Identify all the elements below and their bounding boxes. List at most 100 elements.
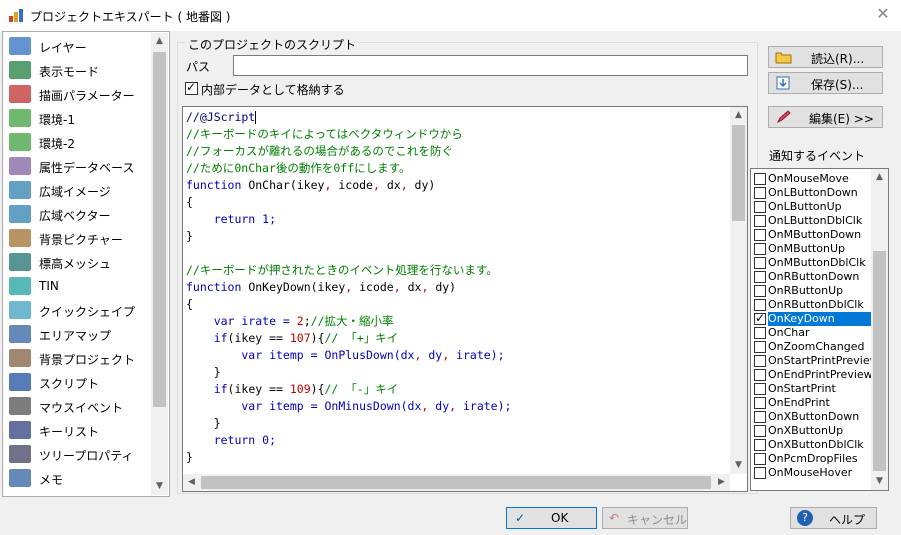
close-icon[interactable]: ✕ xyxy=(875,6,891,22)
event-checkbox[interactable] xyxy=(754,453,766,465)
sidebar-item[interactable]: 環境-2 xyxy=(5,130,153,154)
sidebar-item[interactable]: レイヤー xyxy=(5,34,153,58)
event-item[interactable]: OnLButtonUp xyxy=(752,200,871,214)
editor-v-scrollbar[interactable]: ▲ ▼ xyxy=(730,107,747,474)
scroll-down-icon[interactable]: ▼ xyxy=(151,478,168,495)
sidebar-scrollbar[interactable]: ▲ ▼ xyxy=(151,33,168,495)
sidebar-item[interactable]: 環境-1 xyxy=(5,106,153,130)
event-item[interactable]: OnEndPrint xyxy=(752,396,871,410)
event-item[interactable]: OnXButtonDblClk xyxy=(752,438,871,452)
event-item[interactable]: OnKeyDown xyxy=(752,312,871,326)
code-token: dy xyxy=(421,348,443,362)
cancel-button[interactable]: ↶ キャンセル xyxy=(602,507,688,529)
sidebar-item[interactable]: 属性データベース xyxy=(5,154,153,178)
help-button[interactable]: ? ヘルプ xyxy=(790,507,877,529)
scrollbar-thumb[interactable] xyxy=(201,476,711,489)
scroll-down-icon[interactable]: ▼ xyxy=(730,457,747,474)
code-line: //キーボードが押されたときのイベント処理を行ないます。 xyxy=(186,262,498,279)
event-item[interactable]: OnStartPrint xyxy=(752,382,871,396)
event-checkbox[interactable] xyxy=(754,341,766,353)
sidebar-item[interactable]: メモ xyxy=(5,466,153,490)
event-item[interactable]: OnChar xyxy=(752,326,871,340)
event-item[interactable]: OnRButtonDown xyxy=(752,270,871,284)
sidebar-item[interactable]: TIN xyxy=(5,274,153,298)
scrollbar-thumb[interactable] xyxy=(873,251,886,471)
sidebar-item[interactable]: 表示モード xyxy=(5,58,153,82)
event-checkbox[interactable] xyxy=(754,257,766,269)
event-item[interactable]: OnRButtonUp xyxy=(752,284,871,298)
cancel-label: キャンセル xyxy=(627,513,688,527)
event-item[interactable]: OnStartPrintPreview xyxy=(752,354,871,368)
event-item[interactable]: OnMButtonDown xyxy=(752,228,871,242)
event-checkbox[interactable] xyxy=(754,411,766,423)
attr-db-icon xyxy=(9,157,31,175)
event-item[interactable]: OnZoomChanged xyxy=(752,340,871,354)
event-checkbox[interactable] xyxy=(754,187,766,199)
event-item[interactable]: OnMouseHover xyxy=(752,466,871,480)
edit-button[interactable]: 編集(E) >> xyxy=(768,106,883,128)
events-scrollbar[interactable]: ▲ ▼ xyxy=(871,169,888,490)
event-checkbox[interactable] xyxy=(754,299,766,311)
sidebar-item[interactable]: 背景プロジェクト xyxy=(5,346,153,370)
event-checkbox[interactable] xyxy=(754,312,766,325)
event-checkbox[interactable] xyxy=(754,439,766,451)
event-checkbox[interactable] xyxy=(754,215,766,227)
event-checkbox[interactable] xyxy=(754,397,766,409)
sidebar-item[interactable]: クイックシェイプ xyxy=(5,298,153,322)
event-item[interactable]: OnXButtonUp xyxy=(752,424,871,438)
events-list: OnMouseMove OnLButtonDown OnLButtonUp OnLBu… xyxy=(750,168,889,491)
scrollbar-thumb[interactable] xyxy=(153,52,166,407)
sidebar-item[interactable]: 標高メッシュ xyxy=(5,250,153,274)
scroll-up-icon[interactable]: ▲ xyxy=(871,169,888,186)
editor-h-scrollbar[interactable]: ◀ ▶ xyxy=(183,474,730,491)
event-item[interactable]: OnPcmDropFiles xyxy=(752,452,871,466)
save-button[interactable]: 保存(S)... xyxy=(768,72,883,94)
code-token: var itemp = OnPlusDown(dx xyxy=(186,348,415,362)
code-token: (ikey == xyxy=(227,382,290,396)
events-label: 通知するイベント xyxy=(769,149,866,163)
event-item[interactable]: OnMouseMove xyxy=(752,172,871,186)
scroll-down-icon[interactable]: ▼ xyxy=(871,473,888,490)
sidebar-item[interactable]: スクリプト xyxy=(5,370,153,394)
sidebar-item[interactable]: 描画パラメーター xyxy=(5,82,153,106)
event-checkbox[interactable] xyxy=(754,201,766,213)
event-checkbox[interactable] xyxy=(754,327,766,339)
scroll-up-icon[interactable]: ▲ xyxy=(151,33,168,50)
sidebar-item[interactable]: 広域ベクター xyxy=(5,202,153,226)
event-checkbox[interactable] xyxy=(754,383,766,395)
event-checkbox[interactable] xyxy=(754,243,766,255)
scroll-left-icon[interactable]: ◀ xyxy=(183,474,200,491)
event-item[interactable]: OnMButtonDblClk xyxy=(752,256,871,270)
path-input[interactable] xyxy=(233,55,748,76)
event-item[interactable]: OnRButtonDblClk xyxy=(752,298,871,312)
load-button[interactable]: 読込(R)... xyxy=(768,46,883,68)
scrollbar-thumb[interactable] xyxy=(732,125,745,221)
scroll-right-icon[interactable]: ▶ xyxy=(713,474,730,491)
event-checkbox[interactable] xyxy=(754,425,766,437)
scroll-up-icon[interactable]: ▲ xyxy=(730,107,747,124)
script-editor[interactable]: //@JScript //キーボードのキイによってはベクタウィンドウから //フォー… xyxy=(182,106,748,492)
sidebar-item[interactable]: キーリスト xyxy=(5,418,153,442)
event-checkbox[interactable] xyxy=(754,173,766,185)
sidebar-item[interactable]: エリアマップ xyxy=(5,322,153,346)
ok-button[interactable]: ✓ OK xyxy=(506,507,597,529)
event-item[interactable]: OnEndPrintPreview xyxy=(752,368,871,382)
event-item[interactable]: OnLButtonDown xyxy=(752,186,871,200)
event-checkbox[interactable] xyxy=(754,355,766,367)
sidebar-item[interactable]: 広域イメージ xyxy=(5,178,153,202)
key-list-icon xyxy=(9,421,31,439)
sidebar-item[interactable]: ツリープロパティ xyxy=(5,442,153,466)
event-item[interactable]: OnMButtonUp xyxy=(752,242,871,256)
event-checkbox[interactable] xyxy=(754,285,766,297)
store-internal-checkbox[interactable] xyxy=(185,81,198,95)
sidebar: レイヤー 表示モード 描画パラメーター 環境-1 環境-2 属性データベース 広域イメージ広… xyxy=(2,31,170,497)
group-title: このプロジェクトのスクリプト xyxy=(186,36,359,53)
sidebar-item[interactable]: マウスイベント xyxy=(5,394,153,418)
event-item[interactable]: OnLButtonDblClk xyxy=(752,214,871,228)
sidebar-item[interactable]: 背景ピクチャー xyxy=(5,226,153,250)
event-checkbox[interactable] xyxy=(754,369,766,381)
event-checkbox[interactable] xyxy=(754,229,766,241)
event-checkbox[interactable] xyxy=(754,271,766,283)
event-item[interactable]: OnXButtonDown xyxy=(752,410,871,424)
event-checkbox[interactable] xyxy=(754,467,766,479)
